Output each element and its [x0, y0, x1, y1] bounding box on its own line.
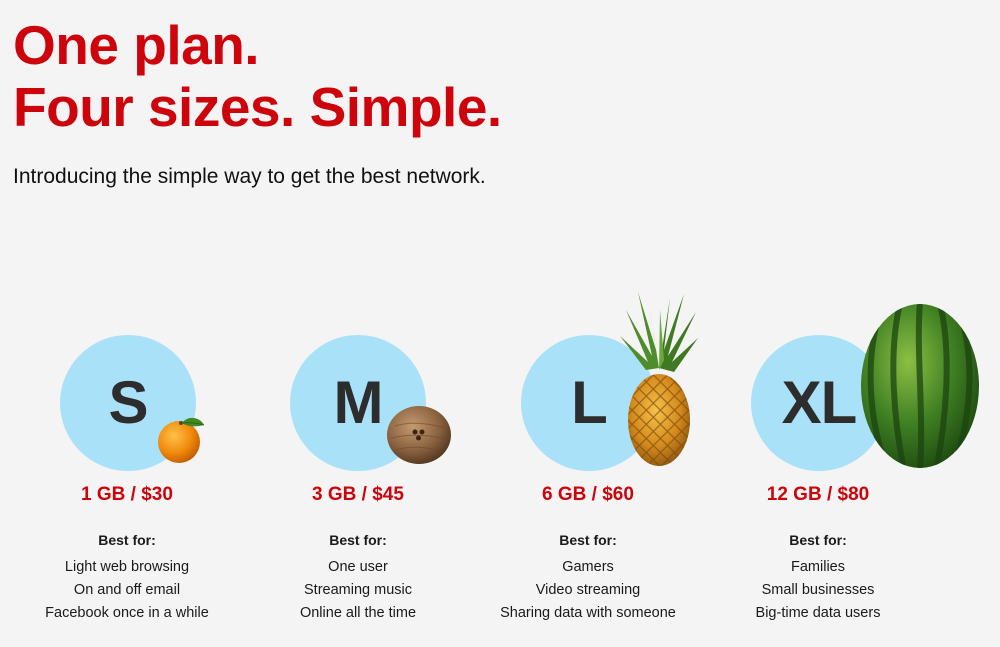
- orange-icon: [158, 417, 205, 463]
- plan-price: 3 GB / $45: [312, 484, 404, 505]
- plan-use-list: One user Streaming music Online all the …: [238, 556, 478, 625]
- use-item: Big-time data users: [755, 605, 881, 621]
- use-item: Online all the time: [299, 605, 417, 621]
- best-for-label: Best for:: [329, 532, 387, 548]
- best-for-label: Best for:: [789, 532, 847, 548]
- plan-extra-large: XL 12 GB / $80 Best for: Families Small …: [698, 290, 979, 647]
- use-item: On and off email: [73, 582, 181, 598]
- plan-large: L 6 GB / $60 Best for: Gamers Video stre…: [468, 290, 708, 647]
- pineapple-icon: [620, 292, 698, 466]
- intro-text: Introducing the simple way to get the be…: [13, 165, 486, 188]
- use-item: Streaming music: [304, 582, 412, 598]
- plan-medium: M 3 GB / $45 Best for: One user Streamin…: [238, 290, 478, 647]
- use-item: Light web browsing: [64, 559, 190, 575]
- use-item: One user: [328, 559, 388, 575]
- best-for-label: Best for:: [98, 532, 156, 548]
- use-item: Sharing data with someone: [500, 605, 676, 621]
- plan-price: 1 GB / $30: [81, 484, 173, 505]
- use-item: Families: [791, 559, 845, 575]
- use-item: Gamers: [562, 559, 614, 575]
- page-headline: One plan. Four sizes. Simple.: [13, 14, 502, 138]
- watermelon-icon: [861, 304, 979, 468]
- use-item: Small businesses: [761, 582, 875, 598]
- plan-small: S 1 GB / $30 Best for: Light web browsin…: [7, 290, 247, 647]
- plan-use-list: Gamers Video streaming Sharing data with…: [468, 556, 708, 625]
- coconut-icon: [387, 406, 451, 464]
- headline-line-2: Four sizes. Simple.: [13, 76, 502, 138]
- plan-use-list: Families Small businesses Big-time data …: [698, 556, 938, 625]
- plan-price: 6 GB / $60: [542, 484, 634, 505]
- headline-line-1: One plan.: [13, 14, 260, 76]
- plan-price: 12 GB / $80: [766, 484, 870, 505]
- use-item: Video streaming: [535, 582, 641, 598]
- plan-use-list: Light web browsing On and off email Face…: [7, 556, 247, 625]
- best-for-label: Best for:: [559, 532, 617, 548]
- use-item: Facebook once in a while: [45, 605, 209, 621]
